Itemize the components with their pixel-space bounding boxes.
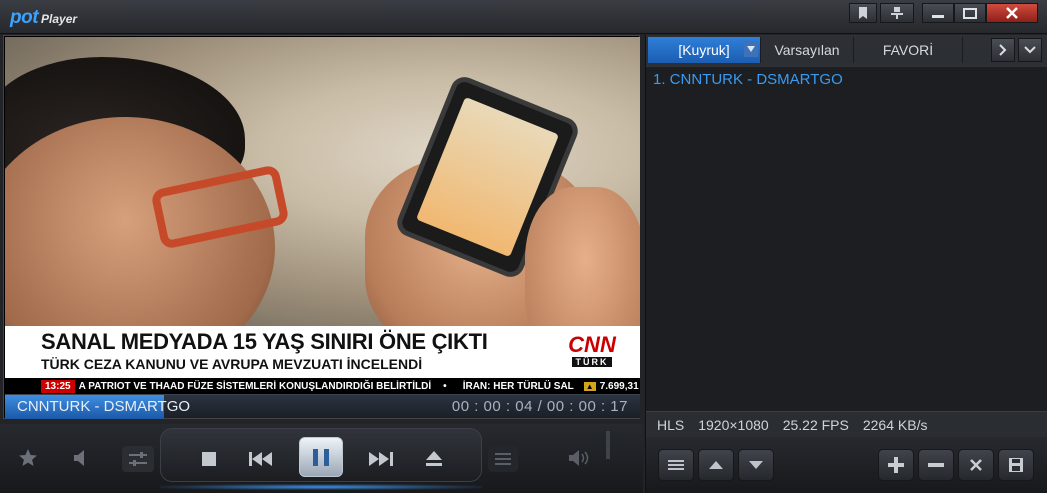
stream-bitrate: 2264 KB/s (862, 416, 928, 433)
playlist-list[interactable]: 1. CNNTURK - DSMARTGO (646, 65, 1047, 411)
stream-protocol: HLS (657, 416, 685, 433)
pin-icon[interactable] (880, 3, 914, 23)
news-ticker: 13:25 A PATRIOT VE THAAD FÜZE SİSTEMLERİ… (5, 378, 640, 395)
playback-time: 00 : 00 : 04 / 00 : 00 : 17 (451, 398, 628, 415)
stream-fps: 25.22 FPS (782, 416, 849, 433)
stream-resolution: 1920×1080 (698, 416, 769, 433)
volume-icon[interactable] (68, 446, 92, 470)
logo-pot: pot (10, 7, 39, 28)
channel-logo-top: CNN (568, 332, 616, 357)
bookmark-icon[interactable] (849, 3, 877, 23)
tab-favorites-label: FAVORİ (882, 42, 934, 58)
ticker-text-2: İRAN: HER TÜRLÜ SAL (462, 381, 574, 392)
ticker-text: A PATRIOT VE THAAD FÜZE SİSTEMLERİ KONUŞ… (78, 381, 432, 392)
title-bar[interactable]: pot Player (0, 0, 1047, 34)
tab-queue[interactable]: [Kuyruk] (648, 37, 761, 63)
channel-logo-bottom: TÜRK (572, 357, 612, 367)
playlist-toggle-icon[interactable] (488, 446, 518, 472)
delete-icon[interactable] (958, 449, 994, 481)
chevron-down-icon[interactable] (744, 41, 758, 57)
stop-button[interactable] (198, 448, 220, 470)
volume-slider[interactable] (606, 431, 610, 459)
equalizer-icon[interactable] (122, 446, 154, 472)
news-headline: SANAL MEDYADA 15 YAŞ SINIRI ÖNE ÇIKTI (41, 329, 488, 354)
potplayer-window: pot Player SANAL MEDYADA 15 YAŞ SINIRI Ö… (0, 0, 1047, 493)
transport-glow (160, 484, 482, 490)
pause-icon (313, 448, 318, 466)
minimize-button[interactable] (922, 3, 954, 23)
speaker-icon[interactable] (564, 446, 594, 470)
eject-button[interactable] (421, 448, 447, 470)
gold-icon: ▲ (583, 382, 596, 391)
tab-default-label: Varsayılan (774, 42, 840, 58)
list-item[interactable]: 1. CNNTURK - DSMARTGO (653, 71, 843, 88)
chevron-right-icon[interactable] (991, 38, 1015, 62)
tab-favorites[interactable]: FAVORİ (854, 37, 963, 63)
logo-player: Player (41, 12, 78, 26)
close-button[interactable] (986, 3, 1038, 23)
move-up-icon[interactable] (698, 449, 734, 481)
ticker-value: 7.699,31 (599, 381, 639, 392)
previous-button[interactable] (246, 448, 276, 470)
next-button[interactable] (366, 448, 396, 470)
news-subhead: TÜRK CEZA KANUNU VE AVRUPA MEVZUATI İNCE… (41, 356, 423, 372)
playlist-panel: [Kuyruk] Varsayılan FAVORİ 1. CNNTURK - … (645, 35, 1047, 493)
chevron-down-menu-icon[interactable] (1018, 38, 1042, 62)
remove-icon[interactable] (918, 449, 954, 481)
stream-info-bar: HLS 1920×1080 25.22 FPS 2264 KB/s (646, 411, 1047, 437)
list-menu-icon[interactable] (658, 449, 694, 481)
video-scene-hand-right (525, 187, 640, 327)
video-picture[interactable] (5, 37, 640, 327)
ticker-separator: • (443, 381, 447, 392)
video-frame[interactable]: SANAL MEDYADA 15 YAŞ SINIRI ÖNE ÇIKTI TÜ… (3, 35, 640, 419)
seek-bar[interactable]: CNNTURK - DSMARTGO 00 : 00 : 04 / 00 : 0… (5, 394, 640, 419)
tab-default[interactable]: Varsayılan (761, 37, 854, 63)
star-icon[interactable] (14, 446, 42, 470)
news-lower-third: SANAL MEDYADA 15 YAŞ SINIRI ÖNE ÇIKTI TÜ… (5, 326, 640, 404)
now-playing-title: CNNTURK - DSMARTGO (17, 398, 191, 415)
maximize-button[interactable] (954, 3, 986, 23)
tab-queue-label: [Kuyruk] (678, 42, 730, 58)
app-logo: pot Player (10, 7, 77, 29)
channel-logo: CNN TÜRK (568, 332, 616, 367)
playlist-toolbar (646, 437, 1047, 493)
add-icon[interactable] (878, 449, 914, 481)
move-down-icon[interactable] (738, 449, 774, 481)
playlist-tabs: [Kuyruk] Varsayılan FAVORİ (646, 35, 1047, 65)
pause-button[interactable] (299, 437, 343, 477)
save-icon[interactable] (998, 449, 1034, 481)
ticker-time: 13:25 (41, 380, 75, 393)
